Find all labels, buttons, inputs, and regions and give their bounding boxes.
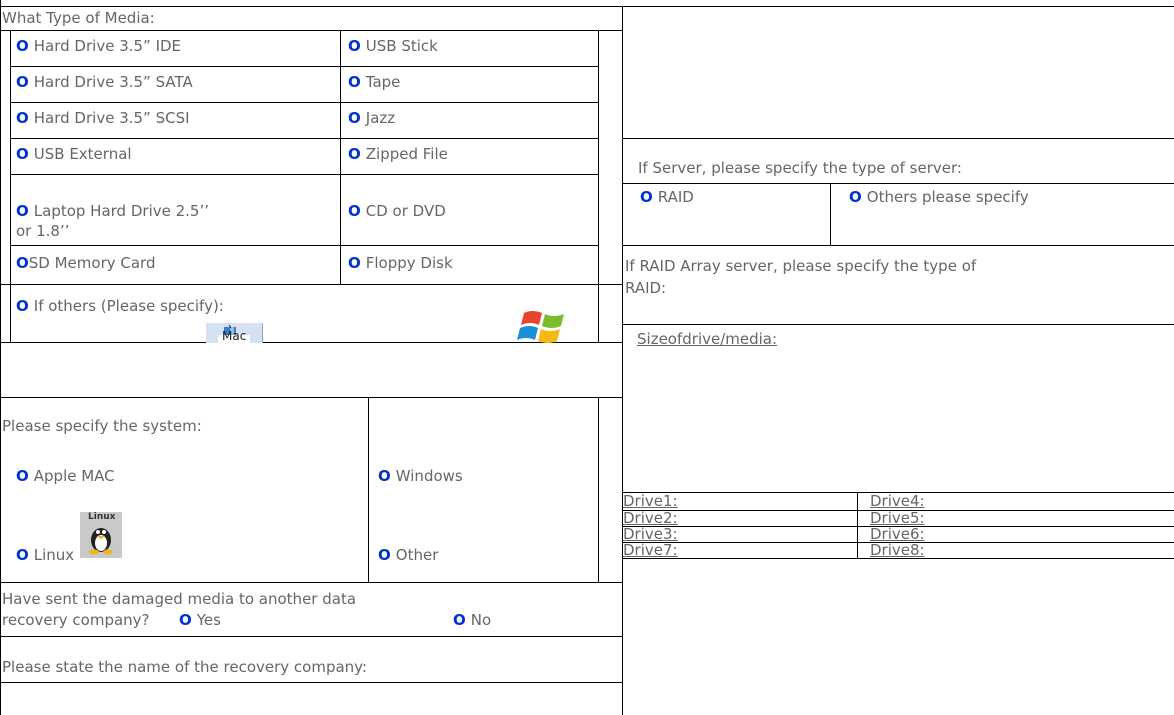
media-option-jazz[interactable]: O Jazz [348,109,395,127]
mac-logo-icon: Mac [206,323,263,343]
system-option-windows[interactable]: O Windows [378,467,463,485]
recovery-question-line2: recovery company? [2,611,150,629]
option-label: Linux [33,546,75,564]
radio-glyph: O [378,467,391,485]
media-option-cd-dvd[interactable]: O CD or DVD [348,202,446,220]
radio-glyph: O [348,254,361,272]
option-label: Floppy Disk [365,254,453,272]
media-option-tape[interactable]: O Tape [348,73,400,91]
radio-glyph: O [16,202,29,220]
option-label: Other [395,546,439,564]
recovery-question-line1: Have sent the damaged media to another d… [2,590,357,608]
option-label: Windows [395,467,463,485]
server-option-raid[interactable]: O RAID [640,188,694,206]
recovery-option-no[interactable]: O No [453,611,491,629]
raid-array-prompt-line2: RAID: [625,279,667,297]
recovery-company-field[interactable] [2,683,592,713]
radio-glyph: O [179,611,192,629]
media-option-laptop-hdd[interactable]: O Laptop Hard Drive 2.5’’ [16,202,209,220]
radio-glyph: O [348,37,361,55]
option-label: No [470,611,492,629]
server-option-others[interactable]: O Others please specify [849,188,1029,206]
option-label: SD Memory Card [28,254,156,272]
mac-logo-text: Mac [222,329,247,343]
radio-glyph: O [16,254,29,272]
windows-logo-icon [516,305,572,349]
option-label: Zipped File [365,145,448,163]
server-type-prompt: If Server, please specify the type of se… [638,159,962,177]
recovery-company-prompt: Please state the name of the recovery co… [2,658,368,676]
size-of-drive-label: Sizeofdrive/media: [637,330,778,348]
recovery-question-text: recovery company? [2,611,150,629]
radio-glyph: O [378,546,391,564]
option-label: Hard Drive 3.5” SATA [33,73,193,91]
media-option-laptop-hdd-line2: or 1.8’’ [16,222,70,240]
media-option-hdd-sata[interactable]: O Hard Drive 3.5” SATA [16,73,193,91]
drive-label: Drive6: [870,525,925,543]
radio-glyph: O [16,546,29,564]
option-label: Others please specify [866,188,1029,206]
system-option-apple-mac[interactable]: O Apple MAC [16,467,115,485]
radio-glyph: O [16,467,29,485]
radio-glyph: O [348,73,361,91]
system-heading: Please specify the system: [2,417,202,435]
raid-array-prompt-line1: If RAID Array server, please specify the… [625,257,977,275]
radio-glyph: O [849,188,862,206]
radio-glyph: O [348,202,361,220]
media-option-hdd-ide[interactable]: O Hard Drive 3.5” IDE [16,37,181,55]
recovery-option-yes[interactable]: O Yes [179,611,221,629]
drive-label: Drive5: [870,509,925,527]
radio-glyph: O [16,37,29,55]
media-type-heading: What Type of Media: [2,9,155,27]
option-label: Laptop Hard Drive 2.5’’ [33,202,209,220]
radio-glyph: O [453,611,466,629]
radio-glyph: O [16,73,29,91]
system-option-other[interactable]: O Other [378,546,438,564]
media-option-floppy[interactable]: O Floppy Disk [348,254,453,272]
option-label: If others (Please specify): [33,297,224,315]
option-label: Yes [196,611,221,629]
option-label: USB External [33,145,132,163]
media-option-others[interactable]: O If others (Please specify): [16,297,224,315]
option-label: Hard Drive 3.5” IDE [33,37,182,55]
media-option-usb-stick[interactable]: O USB Stick [348,37,438,55]
right-top-blank-field[interactable] [626,10,1166,134]
drive-label: Drive1: [623,492,678,510]
radio-glyph: O [16,145,29,163]
option-label: Jazz [365,109,396,127]
radio-glyph: O [348,145,361,163]
drive-label: Drive2: [623,509,678,527]
media-option-usb-external[interactable]: O USB External [16,145,132,163]
option-label: RAID [657,188,694,206]
media-option-hdd-scsi[interactable]: O Hard Drive 3.5” SCSI [16,109,190,127]
media-option-sd-card[interactable]: OSD Memory Card [16,254,155,272]
radio-glyph: O [16,297,29,315]
system-option-linux[interactable]: O Linux [16,546,74,564]
radio-glyph: O [640,188,653,206]
radio-glyph: O [348,109,361,127]
drive-label: Drive8: [870,541,925,559]
radio-glyph: O [16,109,29,127]
linux-logo-icon: Linux [80,512,122,558]
media-option-zipped-file[interactable]: O Zipped File [348,145,448,163]
option-label: Tape [365,73,401,91]
drive-label: Drive4: [870,492,925,510]
drive-label: Drive7: [623,541,678,559]
option-label: USB Stick [365,37,438,55]
option-label: Hard Drive 3.5” SCSI [33,109,190,127]
option-label: Apple MAC [33,467,115,485]
option-label: CD or DVD [365,202,446,220]
drive-label: Drive3: [623,525,678,543]
